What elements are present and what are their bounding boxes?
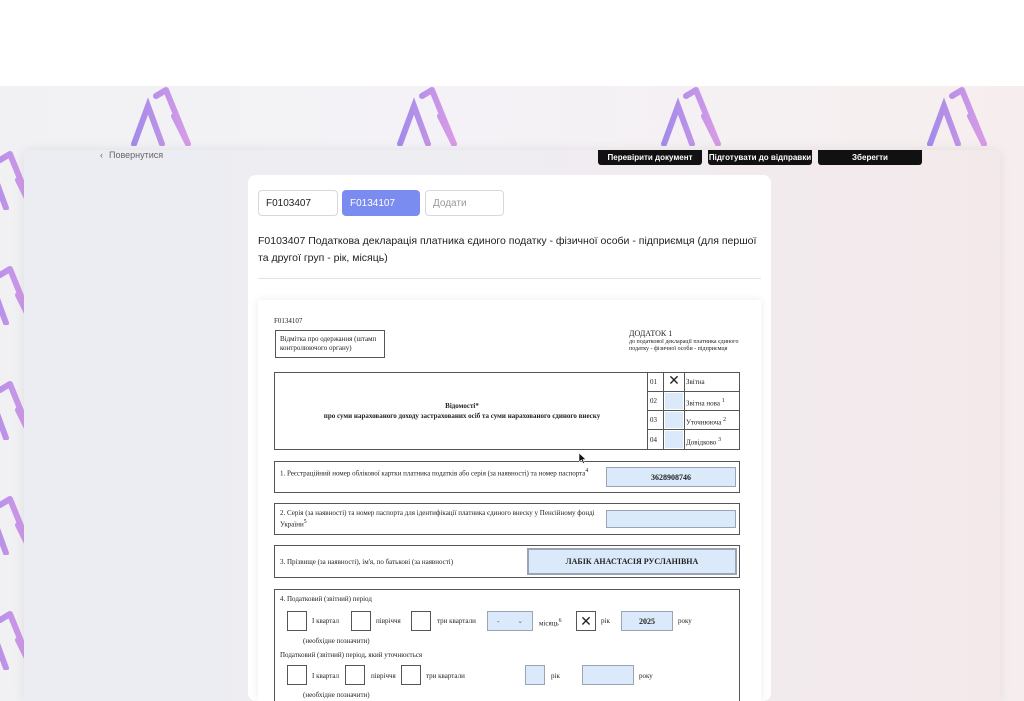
chevron-left-icon: ‹ [100,150,103,160]
year-checkbox[interactable]: ✕ [576,611,596,631]
field2-label: 2. Серія (за наявності) та номер паспорт… [280,509,600,529]
type-label-text: Звітна нова [686,399,720,408]
type-checkbox-clarifying[interactable] [665,412,683,428]
tax-id-input[interactable]: 3628908746 [606,467,736,487]
clarified-period-label: Податковий (звітний) період, який уточню… [280,651,423,659]
year-clarified-checkbox[interactable] [525,665,545,685]
tab-f0103407[interactable]: F0103407 [258,190,338,216]
heading-line-1: Відомості* [445,402,479,410]
type-label: Звітна [686,378,705,386]
scales-watermark-icon [392,86,462,147]
q1-clarified-checkbox[interactable] [287,665,307,685]
nine-months-label: три квартали [437,617,476,625]
footnote: 6 [558,618,562,624]
field3-label: 3. Прізвище (за наявності), ім'я, по бат… [280,558,454,566]
check-document-button[interactable]: Перевірити документ [598,150,702,165]
mark-note-clarified: (необхідне позначити) [303,691,370,699]
type-label-text: Уточнююча [686,418,722,427]
scales-watermark-icon [656,86,726,147]
mark-note: (необхідне позначити) [303,637,370,645]
divider [684,372,685,450]
half-year-label: півріччя [376,617,401,625]
divider [647,391,740,392]
page-title: F0103407 Податкова декларація платника є… [258,235,757,264]
year-input[interactable]: 2025 [621,611,673,631]
half-year-clarified-checkbox[interactable] [345,665,365,685]
scales-watermark-icon [922,86,992,147]
field2-label-text: 2. Серія (за наявності) та номер паспорт… [280,509,595,529]
type-label: Звітна нова 1 [686,397,725,408]
year-clarified-input[interactable] [582,665,634,685]
year-suffix: року [678,617,692,625]
full-name-input[interactable]: ЛАБІК АНАСТАСІЯ РУСЛАНІВНА [527,548,737,575]
q1-label: І квартал [312,617,340,625]
month-select-value: - [496,616,500,626]
month-label-text: місяць [539,619,559,628]
tab-f0134107[interactable]: F0134107 [342,190,420,216]
annex-subtitle: до податкової декларації платника єдиног… [629,339,739,352]
heading-line-2: про суми нарахованого доходу застрахован… [323,412,601,420]
footnote: 1 [721,398,725,404]
nine-months-clarified-checkbox[interactable] [401,665,421,685]
back-link[interactable]: ‹ Повернутися [100,150,163,160]
prepare-to-send-button[interactable]: Підготувати до відправки [708,150,812,165]
passport-input[interactable] [606,510,736,528]
type-code: 02 [650,397,657,405]
footnote: 3 [718,437,722,443]
scales-watermark-icon [126,86,196,147]
type-label: Довідково 3 [686,436,721,447]
year-clarified-suffix: року [639,672,653,680]
divider [647,410,740,411]
type-code: 03 [650,416,657,424]
type-code: 04 [650,436,657,444]
type-checkbox-new[interactable] [665,393,683,409]
form-code: F0134107 [274,317,303,325]
annex-title: ДОДАТОК 1 [629,329,673,338]
q1-checkbox[interactable] [287,611,307,631]
half-year-clarified-label: півріччя [371,672,396,680]
save-button[interactable]: Зберегти [818,150,922,165]
footnote: 5 [303,519,307,525]
divider [647,429,740,430]
field1-label-text: 1. Реєстраційний номер облікової картки … [280,469,586,478]
type-label-text: Довідково [686,438,717,447]
divider [258,278,761,279]
divider [647,372,648,450]
month-label: місяць6 [539,617,562,628]
period-label: 4. Податковий (звітний) період [280,595,372,603]
month-select[interactable]: - ⌄ [487,611,533,631]
type-checkbox-reference[interactable] [665,431,683,448]
mouse-cursor-icon [578,451,587,464]
type-label: Уточнююча 2 [686,416,726,427]
field1-label: 1. Реєстраційний номер облікової картки … [280,467,600,478]
chevron-down-icon: ⌄ [517,617,524,625]
type-code: 01 [650,378,657,386]
type-checkbox-reporting[interactable]: ✕ [665,373,683,391]
receipt-mark-text: Відмітка про одержання (штамп контролююч… [280,335,377,352]
half-year-checkbox[interactable] [351,611,371,631]
add-tab-button[interactable]: Додати [425,190,504,216]
footnote: 4 [585,468,589,474]
nine-months-checkbox[interactable] [411,611,431,631]
nine-months-clarified-label: три квартали [426,672,465,680]
back-label: Повернутися [109,150,164,160]
year-clarified-label: рік [551,672,560,680]
divider [663,372,664,450]
year-label: рік [601,617,610,625]
footnote: 2 [723,417,726,423]
q1-clarified-label: І квартал [312,672,340,680]
